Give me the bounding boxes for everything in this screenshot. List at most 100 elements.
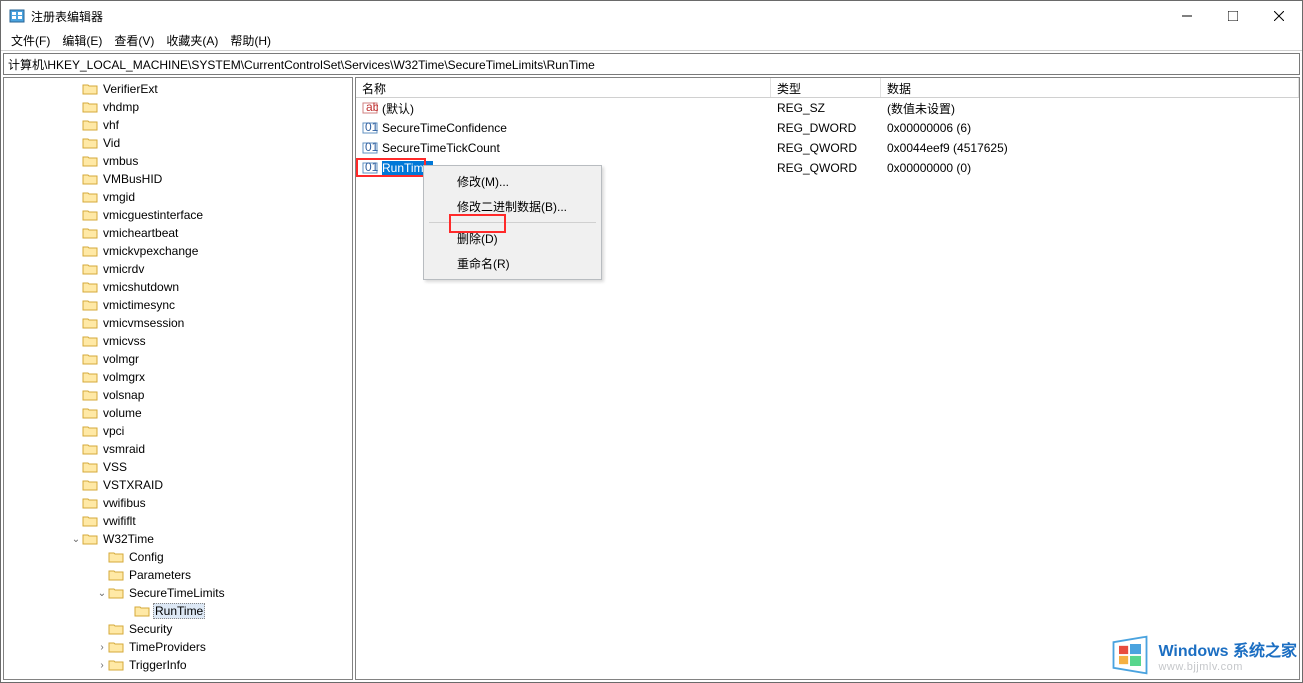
tree-item[interactable]: vmicheartbeat bbox=[4, 224, 352, 242]
address-bar[interactable]: 计算机\HKEY_LOCAL_MACHINE\SYSTEM\CurrentCon… bbox=[3, 53, 1300, 75]
tree-item[interactable]: VSS bbox=[4, 458, 352, 476]
tree-item[interactable]: › TimeProviders bbox=[4, 638, 352, 656]
menu-view[interactable]: 查看(V) bbox=[108, 32, 160, 49]
tree-label: volmgrx bbox=[101, 370, 147, 384]
minimize-icon bbox=[1182, 11, 1192, 21]
close-button[interactable] bbox=[1256, 1, 1302, 31]
close-icon bbox=[1274, 11, 1284, 21]
tree-label: vmbus bbox=[101, 154, 140, 168]
tree-item[interactable]: vmgid bbox=[4, 188, 352, 206]
column-data[interactable]: 数据 bbox=[881, 78, 1299, 97]
value-name-cell: 011SecureTimeConfidence bbox=[356, 120, 771, 136]
tree-label: vpci bbox=[101, 424, 126, 438]
tree-label: vwififlt bbox=[101, 514, 138, 528]
tree-item[interactable]: vhdmp bbox=[4, 98, 352, 116]
value-type-cell: REG_DWORD bbox=[771, 121, 881, 135]
column-name[interactable]: 名称 bbox=[356, 78, 771, 97]
tree-label: TriggerInfo bbox=[127, 658, 189, 672]
tree-item[interactable]: VMBusHID bbox=[4, 170, 352, 188]
value-name-cell: ab(默认) bbox=[356, 100, 771, 117]
tree-item[interactable]: vmicguestinterface bbox=[4, 206, 352, 224]
tree-item[interactable]: volmgr bbox=[4, 350, 352, 368]
ctx-modify-binary[interactable]: 修改二进制数据(B)... bbox=[427, 194, 598, 219]
tree-item[interactable]: Parameters bbox=[4, 566, 352, 584]
tree-item[interactable]: volume bbox=[4, 404, 352, 422]
value-list-pane[interactable]: 名称 类型 数据 ab(默认)REG_SZ(数值未设置)011SecureTim… bbox=[355, 77, 1300, 680]
tree-pane[interactable]: VerifierExt vhdmp vhf Vid vmbus VMBusHID vmgid… bbox=[3, 77, 353, 680]
tree-item[interactable]: VerifierExt bbox=[4, 80, 352, 98]
tree-item[interactable]: ⌄ W32Time bbox=[4, 530, 352, 548]
tree-label: vmickvpexchange bbox=[101, 244, 200, 258]
svg-text:011: 011 bbox=[365, 120, 378, 134]
ctx-rename[interactable]: 重命名(R) bbox=[427, 251, 598, 276]
value-data-cell: 0x0044eef9 (4517625) bbox=[881, 141, 1299, 155]
value-type-cell: REG_QWORD bbox=[771, 161, 881, 175]
tree-item[interactable]: vmbus bbox=[4, 152, 352, 170]
tree-item[interactable]: › TriggerInfo bbox=[4, 656, 352, 674]
address-text: 计算机\HKEY_LOCAL_MACHINE\SYSTEM\CurrentCon… bbox=[8, 56, 595, 73]
tree-label: volsnap bbox=[101, 388, 146, 402]
tree-label: VSS bbox=[101, 460, 129, 474]
ctx-separator bbox=[429, 222, 596, 223]
menu-favorites[interactable]: 收藏夹(A) bbox=[160, 32, 224, 49]
tree-item[interactable]: volsnap bbox=[4, 386, 352, 404]
menu-edit[interactable]: 编辑(E) bbox=[56, 32, 108, 49]
tree-label: Config bbox=[127, 550, 166, 564]
tree-label: volmgr bbox=[101, 352, 141, 366]
tree-item[interactable]: vmickvpexchange bbox=[4, 242, 352, 260]
tree-item[interactable]: vmicshutdown bbox=[4, 278, 352, 296]
menu-file[interactable]: 文件(F) bbox=[5, 32, 56, 49]
tree-item[interactable]: vmicvss bbox=[4, 332, 352, 350]
tree-toggle-icon[interactable]: › bbox=[96, 642, 108, 653]
tree-label: VMBusHID bbox=[101, 172, 164, 186]
tree-label: vhf bbox=[101, 118, 121, 132]
tree-label: vwifibus bbox=[101, 496, 148, 510]
value-type-cell: REG_QWORD bbox=[771, 141, 881, 155]
maximize-icon bbox=[1228, 11, 1238, 21]
tree-label: vmicguestinterface bbox=[101, 208, 205, 222]
tree-item[interactable]: vhf bbox=[4, 116, 352, 134]
tree-label: W32Time bbox=[101, 532, 156, 546]
tree-label: vhdmp bbox=[101, 100, 141, 114]
value-row[interactable]: ab(默认)REG_SZ(数值未设置) bbox=[356, 98, 1299, 118]
tree-toggle-icon[interactable]: ⌄ bbox=[96, 588, 108, 599]
menu-help[interactable]: 帮助(H) bbox=[224, 32, 277, 49]
tree-item[interactable]: Security bbox=[4, 620, 352, 638]
tree-label: VSTXRAID bbox=[101, 478, 165, 492]
svg-text:011: 011 bbox=[365, 160, 378, 174]
tree-item[interactable]: vsmraid bbox=[4, 440, 352, 458]
value-data-cell: 0x00000006 (6) bbox=[881, 121, 1299, 135]
tree-item[interactable]: vwififlt bbox=[4, 512, 352, 530]
tree-item[interactable]: vmicvmsession bbox=[4, 314, 352, 332]
tree-item[interactable]: vwifibus bbox=[4, 494, 352, 512]
titlebar[interactable]: 注册表编辑器 bbox=[1, 1, 1302, 31]
value-row[interactable]: 011SecureTimeTickCountREG_QWORD0x0044eef… bbox=[356, 138, 1299, 158]
tree-item[interactable]: vmicrdv bbox=[4, 260, 352, 278]
svg-text:011: 011 bbox=[365, 140, 378, 154]
ctx-delete[interactable]: 删除(D) bbox=[427, 226, 598, 251]
tree-item[interactable]: RunTime bbox=[4, 602, 352, 620]
minimize-button[interactable] bbox=[1164, 1, 1210, 31]
tree-label: vmicshutdown bbox=[101, 280, 181, 294]
value-type-cell: REG_SZ bbox=[771, 101, 881, 115]
tree-label: vmgid bbox=[101, 190, 137, 204]
tree-label: volume bbox=[101, 406, 144, 420]
tree-toggle-icon[interactable]: › bbox=[96, 660, 108, 671]
svg-text:ab: ab bbox=[366, 100, 378, 114]
tree-label: vmicrdv bbox=[101, 262, 146, 276]
tree-label: TimeProviders bbox=[127, 640, 208, 654]
ctx-modify[interactable]: 修改(M)... bbox=[427, 169, 598, 194]
maximize-button[interactable] bbox=[1210, 1, 1256, 31]
tree-item[interactable]: vpci bbox=[4, 422, 352, 440]
tree-item[interactable]: vmictimesync bbox=[4, 296, 352, 314]
column-type[interactable]: 类型 bbox=[771, 78, 881, 97]
tree-label: Vid bbox=[101, 136, 122, 150]
context-menu: 修改(M)... 修改二进制数据(B)... 删除(D) 重命名(R) bbox=[423, 165, 602, 280]
tree-item[interactable]: VSTXRAID bbox=[4, 476, 352, 494]
tree-item[interactable]: Config bbox=[4, 548, 352, 566]
tree-toggle-icon[interactable]: ⌄ bbox=[70, 534, 82, 545]
tree-item[interactable]: ⌄SecureTimeLimits bbox=[4, 584, 352, 602]
value-row[interactable]: 011SecureTimeConfidenceREG_DWORD0x000000… bbox=[356, 118, 1299, 138]
tree-item[interactable]: Vid bbox=[4, 134, 352, 152]
tree-item[interactable]: volmgrx bbox=[4, 368, 352, 386]
